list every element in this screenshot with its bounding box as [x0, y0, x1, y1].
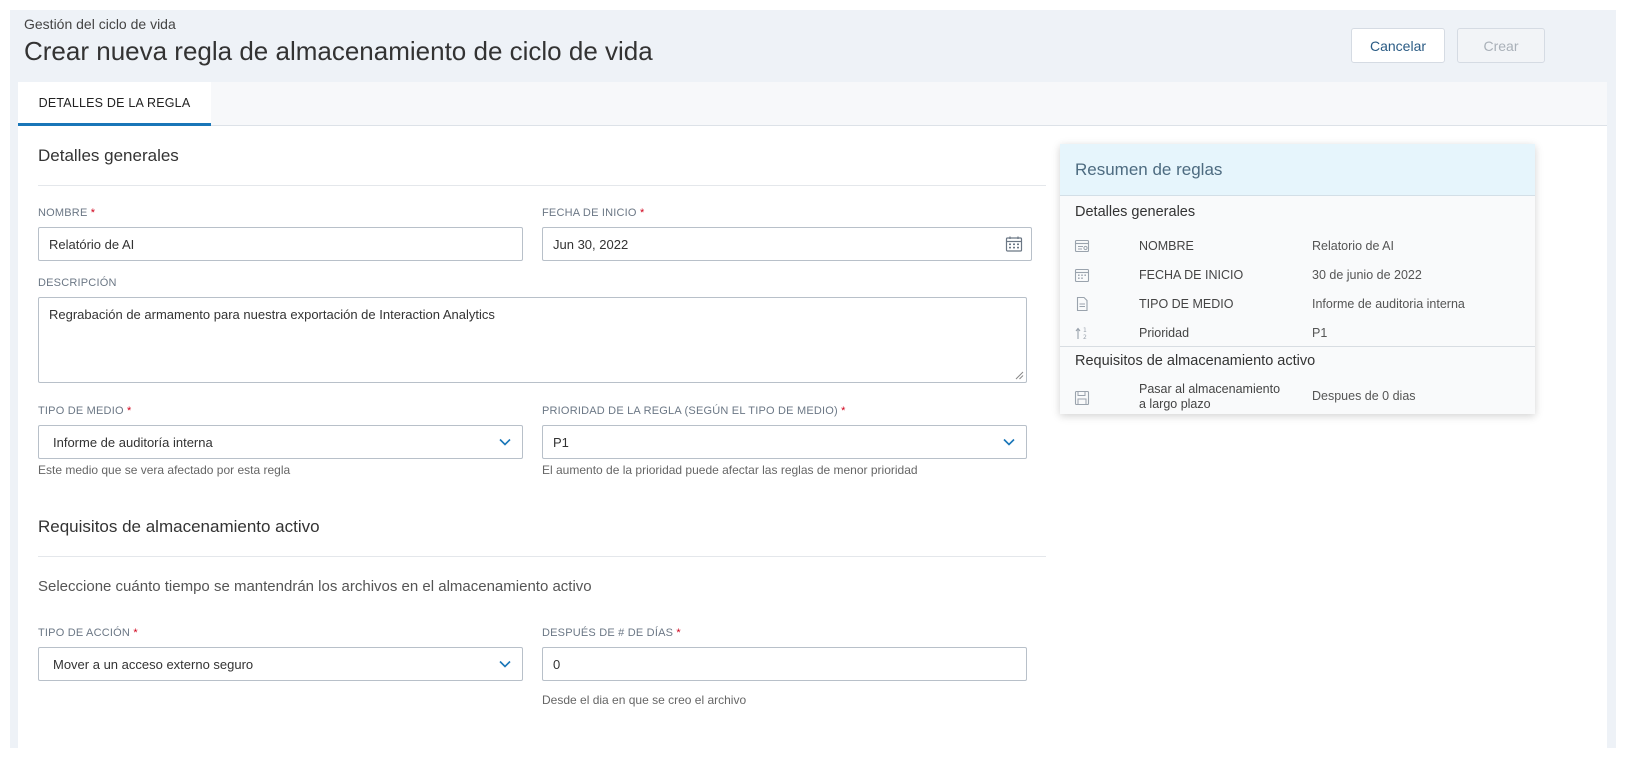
- action-type-label-text: TIPO DE ACCIÓN: [38, 627, 131, 639]
- tab-bar: DETALLES DE LA REGLA: [18, 82, 1607, 126]
- action-type-select[interactable]: Mover a un acceso externo seguro: [38, 647, 523, 681]
- summary-general-title: Detalles generales: [1075, 204, 1196, 220]
- section-divider: [38, 185, 1046, 186]
- name-input[interactable]: Relatório de AI: [38, 227, 523, 261]
- priority-help: El aumento de la prioridad puede afectar…: [542, 463, 918, 477]
- summary-value: Informe de auditoria interna: [1312, 297, 1465, 311]
- section-divider: [38, 556, 1046, 557]
- page-title: Crear nueva regla de almacenamiento de c…: [24, 36, 653, 66]
- section-title-active-storage: Requisitos de almacenamiento activo: [38, 517, 320, 536]
- tab-rule-details[interactable]: DETALLES DE LA REGLA: [18, 82, 211, 126]
- priority-value: P1: [553, 434, 569, 450]
- required-marker: *: [676, 627, 681, 639]
- summary-row-name: NOMBRE Relatorio de AI: [1060, 234, 1535, 260]
- days-after-label: DESPUÉS DE # DE DÍAS *: [542, 627, 681, 639]
- required-marker: *: [126, 405, 132, 417]
- media-type-select[interactable]: Informe de auditoría interna: [38, 425, 523, 459]
- summary-value: P1: [1312, 326, 1328, 340]
- summary-value: Despues de 0 dias: [1312, 389, 1416, 403]
- summary-label: FECHA DE INICIO: [1139, 268, 1244, 282]
- section-title-general: Detalles generales: [38, 146, 179, 165]
- start-date-value: Jun 30, 2022: [553, 236, 629, 252]
- page-header: Gestión del ciclo de vida Crear nueva re…: [10, 10, 1616, 82]
- description-value: Regrabación de armamento para nuestra ex…: [49, 307, 495, 322]
- rule-summary-card: Resumen de reglas Detalles generales NOM…: [1060, 144, 1535, 414]
- summary-label: Prioridad: [1139, 326, 1190, 340]
- media-type-label: TIPO DE MEDIO *: [38, 405, 131, 417]
- save-disk-icon: [1074, 390, 1090, 406]
- chevron-down-icon: [499, 438, 511, 446]
- priority-select[interactable]: P1: [542, 425, 1027, 459]
- start-date-label: FECHA DE INICIO *: [542, 207, 644, 219]
- summary-label: NOMBRE: [1139, 239, 1194, 253]
- create-button[interactable]: Crear: [1457, 28, 1545, 63]
- required-marker: *: [90, 207, 96, 219]
- media-type-help: Este medio que se vera afectado por esta…: [38, 463, 291, 477]
- summary-divider: [1060, 346, 1535, 347]
- app-frame: Gestión del ciclo de vida Crear nueva re…: [10, 10, 1616, 748]
- name-label-text: NOMBRE: [38, 207, 88, 219]
- summary-row-storage: Pasar al almacenamiento a largo plazo De…: [1060, 382, 1535, 414]
- required-marker: *: [133, 627, 138, 639]
- summary-row-media-type: TIPO DE MEDIO Informe de auditoria inter…: [1060, 292, 1535, 318]
- form-panel: DETALLES DE LA REGLA Detalles generales …: [18, 82, 1607, 748]
- priority-label-text: PRIORIDAD DE LA REGLA (SEGÚN EL TIPO DE …: [542, 405, 838, 417]
- summary-title: Resumen de reglas: [1060, 144, 1535, 196]
- days-after-input[interactable]: 0: [542, 647, 1027, 681]
- calendar-icon: [1074, 268, 1090, 283]
- action-type-label: TIPO DE ACCIÓN *: [38, 627, 138, 639]
- start-date-input[interactable]: Jun 30, 2022: [542, 227, 1032, 261]
- media-type-value: Informe de auditoría interna: [53, 434, 213, 450]
- chevron-down-icon: [1003, 438, 1015, 446]
- document-icon: [1076, 296, 1088, 312]
- summary-row-priority: 1 2 Prioridad P1: [1060, 321, 1535, 347]
- media-type-label-text: TIPO DE MEDIO: [38, 405, 124, 417]
- required-marker: *: [639, 207, 645, 219]
- action-type-value: Mover a un acceso externo seguro: [53, 656, 254, 672]
- svg-text:2: 2: [1083, 334, 1087, 341]
- svg-text:1: 1: [1083, 327, 1087, 334]
- summary-label: TIPO DE MEDIO: [1139, 297, 1234, 311]
- cancel-button[interactable]: Cancelar: [1351, 28, 1445, 63]
- chevron-down-icon: [499, 660, 511, 668]
- priority-sort-icon: 1 2: [1075, 327, 1087, 341]
- active-storage-subtitle: Seleccione cuánto tiempo se mantendrán l…: [38, 578, 592, 595]
- resize-handle-icon[interactable]: [1014, 370, 1024, 380]
- description-label: DESCRIPCIÓN: [38, 277, 117, 289]
- calendar-icon[interactable]: [1005, 235, 1023, 253]
- summary-body: Detalles generales NOMBRE Relatorio de A…: [1060, 196, 1535, 414]
- summary-row-start-date: FECHA DE INICIO 30 de junio de 2022: [1060, 263, 1535, 289]
- name-input-value: Relatório de AI: [49, 236, 135, 252]
- summary-label: a largo plazo: [1139, 397, 1211, 411]
- summary-value: Relatorio de AI: [1312, 239, 1394, 253]
- days-after-label-text: DESPUÉS DE # DE DÍAS: [542, 627, 674, 639]
- description-textarea[interactable]: Regrabación de armamento para nuestra ex…: [38, 297, 1027, 383]
- days-after-value: 0: [553, 656, 561, 672]
- days-after-help: Desde el dia en que se creo el archivo: [542, 693, 747, 707]
- priority-label: PRIORIDAD DE LA REGLA (SEGÚN EL TIPO DE …: [542, 405, 846, 417]
- summary-label: Pasar al almacenamiento: [1139, 382, 1281, 396]
- summary-value: 30 de junio de 2022: [1312, 268, 1422, 282]
- breadcrumb[interactable]: Gestión del ciclo de vida: [24, 16, 176, 32]
- required-marker: *: [841, 405, 846, 417]
- name-label: NOMBRE *: [38, 207, 95, 219]
- summary-storage-title: Requisitos de almacenamiento activo: [1075, 353, 1316, 369]
- name-card-icon: [1074, 239, 1090, 253]
- start-date-label-text: FECHA DE INICIO: [542, 207, 637, 219]
